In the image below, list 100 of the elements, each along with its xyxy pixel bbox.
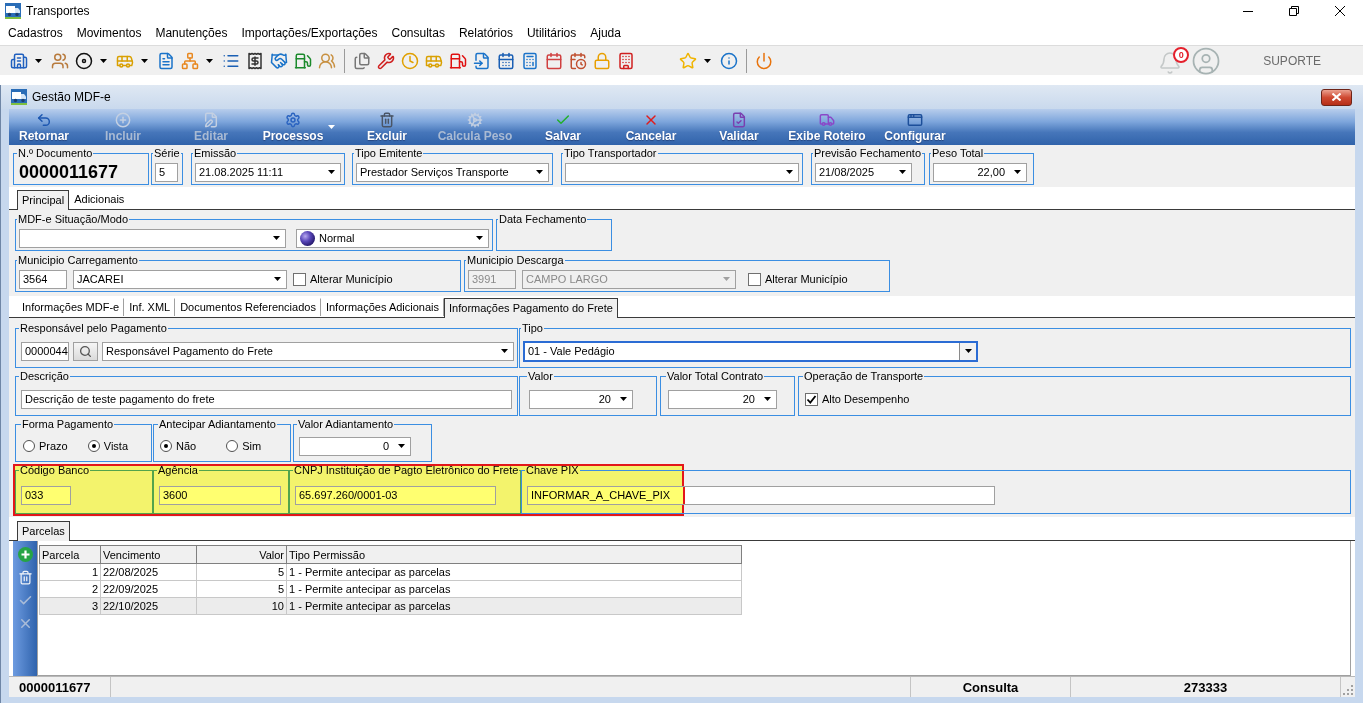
radio-button[interactable] [23,440,35,452]
dropdown-field[interactable]: Normal [296,228,489,248]
caret-icon[interactable] [620,397,627,401]
tab[interactable]: Parcelas [17,521,70,541]
dropdown-field[interactable]: 20 [529,389,633,409]
trash-icon[interactable] [17,570,33,585]
caret-icon[interactable] [786,170,793,174]
tire-icon[interactable] [75,51,93,70]
dropdown-field[interactable] [565,162,799,182]
dropdown-field[interactable]: 21.08.2025 11:11 [195,162,341,182]
toolbar-button[interactable]: Cancelar [607,109,695,145]
checkbox[interactable] [805,392,818,406]
table-cell: 1 - Permite antecipar as parcelas [286,580,742,598]
close-button[interactable] [1321,88,1352,106]
menu-item[interactable]: Movimentos [69,23,149,43]
building-icon[interactable] [10,51,28,70]
document-icon[interactable] [157,51,175,70]
caret-icon[interactable] [274,277,281,281]
radio-button[interactable] [87,440,100,452]
caret-icon[interactable] [1014,170,1021,174]
info-icon[interactable] [720,51,738,70]
text-field[interactable]: 3600 [159,485,281,505]
caret-icon[interactable] [141,58,148,63]
file-arrow-icon[interactable] [473,51,491,70]
toolbar-button[interactable]: Salvar [519,109,607,145]
dropdown-field[interactable]: JACAREI [73,269,287,289]
dropdown-field[interactable]: 01 - Vale Pedágio [523,340,978,362]
handshake-icon[interactable] [270,51,288,70]
caret-icon[interactable] [704,58,711,63]
caret-icon[interactable] [899,170,906,174]
dropdown-field[interactable]: 22,00 [933,162,1027,182]
plus-circle-icon [115,111,131,128]
dropdown-field[interactable] [19,228,286,248]
dropdown-field[interactable]: 0 [299,436,411,456]
sphere-icon [300,230,315,246]
receipt-icon[interactable] [246,51,264,70]
calculator-icon[interactable] [521,51,539,70]
dropdown-field[interactable]: 21/08/2025 [815,162,912,182]
text-field[interactable]: 0000044 [21,341,69,361]
building-icon[interactable] [617,51,635,70]
caret-icon[interactable] [764,397,771,401]
search-button[interactable] [73,341,98,361]
caret-icon[interactable] [273,236,280,240]
text-field[interactable]: 65.697.260/0001-03 [295,485,496,505]
menu-item[interactable]: Ajuda [583,23,628,43]
text-field[interactable]: 5 [155,162,178,182]
wrench-icon[interactable] [377,51,395,70]
calendar-icon[interactable] [545,51,563,70]
bell-icon[interactable] [1158,50,1183,75]
tab[interactable]: Principal [17,190,70,210]
people-icon[interactable] [51,51,69,70]
caret-icon[interactable] [536,170,543,174]
caret-icon[interactable] [206,58,213,63]
caret-icon[interactable] [328,170,335,174]
radio-button[interactable] [226,440,239,452]
gear-icon [285,111,301,128]
text-field[interactable]: Descrição de teste pagamento do frete [21,389,512,409]
caret-icon[interactable] [964,349,972,353]
dropdown-field[interactable]: Prestador Serviços Transporte [356,162,549,182]
column-header: Tipo Permissão [286,545,742,564]
caret-icon[interactable] [476,236,483,240]
fuel-pump-icon[interactable] [294,51,312,70]
checkbox[interactable] [293,272,306,286]
plus-icon[interactable] [17,547,33,562]
close-icon[interactable] [1335,6,1345,16]
caret-icon[interactable] [100,58,107,63]
toolbar-button[interactable]: Excluir [343,109,431,145]
power-icon[interactable] [755,51,773,70]
caret-icon[interactable] [398,444,405,448]
toolbar-button[interactable]: Retornar [9,109,79,145]
caret-icon[interactable] [501,349,508,353]
toolbar-button[interactable]: Processos [255,109,343,145]
text-field[interactable]: 3564 [19,269,67,289]
group-label: Código Banco [19,464,91,477]
menu-item[interactable]: Importações/Exportações [234,23,385,43]
calendar-clock-icon[interactable] [569,51,587,70]
minimize-icon[interactable] [1243,10,1253,12]
text-field[interactable]: 033 [21,485,71,505]
menu-item[interactable]: Relatórios [451,23,520,43]
fuel-pump-icon[interactable] [449,51,467,70]
dropdown-field[interactable]: Responsável Pagamento do Frete [102,341,514,361]
toolbar-button[interactable]: Exibe Roteiro [783,109,871,145]
calendar-icon[interactable] [497,51,515,70]
text-field[interactable]: INFORMAR_A_CHAVE_PIX [527,485,995,505]
radio-button[interactable] [160,440,172,452]
restore-icon[interactable] [1289,6,1299,16]
menu-item[interactable]: Manutenções [148,23,235,43]
toolbar-button[interactable]: Validar [695,109,783,145]
toolbar-button[interactable]: Configurar [871,109,959,145]
documents-icon[interactable] [353,51,371,70]
tab[interactable]: Informações Pagamento do Frete [444,298,618,318]
dropdown-field[interactable]: 20 [668,389,777,409]
user-name[interactable]: SUPORTE [1263,53,1321,68]
star-icon[interactable] [679,51,697,70]
menu-item[interactable]: Consultas [384,23,452,43]
resize-grip-icon[interactable] [1343,685,1353,695]
menu-item[interactable]: Cadastros [1,23,70,43]
caret-icon[interactable] [35,58,42,63]
menu-item[interactable]: Utilitários [519,23,584,43]
group-label: Valor [527,370,554,383]
